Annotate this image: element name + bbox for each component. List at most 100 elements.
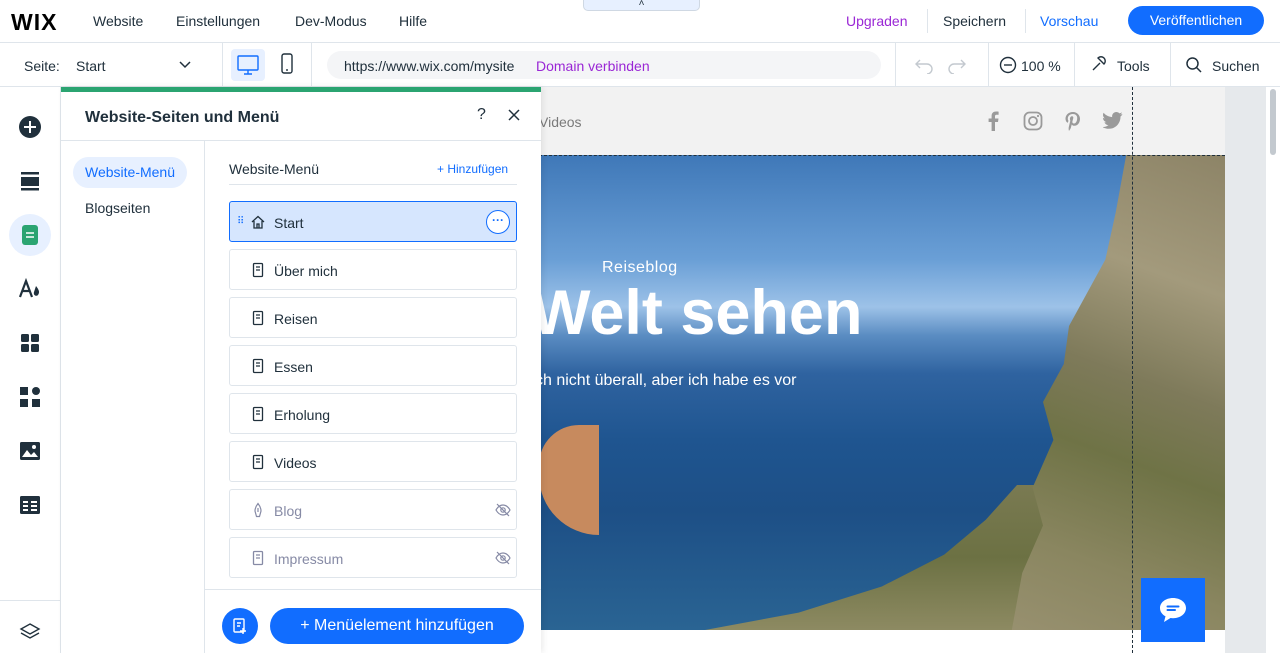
header-boundary-guide [539,155,1225,156]
page-icon [252,550,264,566]
collapse-toolbar-button[interactable]: ˄ [583,0,700,11]
media-button[interactable] [9,430,51,472]
close-icon[interactable] [508,109,520,121]
facebook-icon[interactable] [986,111,1000,131]
page-icon [252,406,264,422]
save-button[interactable]: Speichern [943,13,1006,29]
top-bar: WIX Website Einstellungen Dev-Modus Hilf… [0,0,1280,43]
instagram-icon[interactable] [1023,111,1043,131]
nav-website-menu[interactable]: Website-Menü [73,157,188,188]
design-icon [18,278,40,298]
tools-button[interactable]: Tools [1117,58,1150,74]
add-page-icon [233,618,246,634]
add-elements-button[interactable] [9,106,51,148]
cms-button[interactable] [9,484,51,526]
menu-item[interactable]: Blog [229,489,517,530]
more-actions-button[interactable]: ··· [486,210,510,234]
cms-icon [20,496,40,514]
add-page-button[interactable] [222,608,258,644]
site-nav-item[interactable]: Videos [539,114,582,130]
page-icon [252,454,264,470]
wix-logo[interactable]: WIX [11,9,57,36]
add-page-link[interactable]: + Hinzufügen [437,162,508,176]
drag-handle-icon[interactable]: ⠿ [237,216,244,227]
undo-icon[interactable] [914,56,934,74]
site-url: https://www.wix.com/mysite [344,58,515,74]
divider [1170,43,1171,87]
hero-subtitle[interactable]: Reiseblog [602,259,678,277]
menu-item-label: Essen [274,359,313,375]
desktop-icon [237,55,259,75]
hero-title[interactable]: Welt sehen [531,277,862,349]
menu-item[interactable]: ⠿ Start ··· [229,201,517,242]
menu-einstellungen[interactable]: Einstellungen [176,13,260,29]
connect-domain-link[interactable]: Domain verbinden [536,58,650,74]
mobile-icon[interactable] [279,53,295,75]
divider [205,589,541,590]
page-icon [252,310,264,326]
desktop-view-button[interactable] [231,49,265,81]
add-apps-button[interactable] [9,322,51,364]
blog-icon [254,502,262,518]
pinterest-icon[interactable] [1064,111,1082,131]
panel-title: Website-Seiten und Menü [85,109,280,126]
divider [311,43,312,87]
hero-image-person [539,425,599,535]
scrollbar-thumb[interactable] [1270,89,1276,155]
menu-item[interactable]: Impressum [229,537,517,578]
divider [229,184,517,185]
divider [1025,9,1026,33]
canvas-scrollbar[interactable] [1266,87,1280,653]
hero-text[interactable]: ch nicht überall, aber ich habe es vor [535,372,796,390]
menu-item[interactable]: Über mich [229,249,517,290]
zoom-level[interactable]: 100 % [1021,58,1061,74]
pages-icon [22,225,38,245]
chat-icon [1160,598,1186,622]
left-rail [0,87,61,653]
publish-button[interactable]: Veröffentlichen [1128,6,1264,35]
help-button[interactable]: ? [477,106,486,124]
search-button[interactable]: Suchen [1212,58,1259,74]
home-icon [251,215,265,229]
menu-heading: Website-Menü [229,161,320,177]
divider [1074,43,1075,87]
add-menu-item-button[interactable]: + Menüelement hinzufügen [270,608,524,644]
site-design-button[interactable] [9,268,51,310]
hidden-eye-icon[interactable] [495,503,511,517]
zoom-out-icon[interactable] [999,56,1017,74]
tools-icon[interactable] [1090,55,1108,73]
business-tools-button[interactable] [9,376,51,418]
page-icon [252,262,264,278]
hidden-eye-icon[interactable] [495,551,511,565]
page-icon [252,358,264,374]
menu-hilfe[interactable]: Hilfe [399,13,427,29]
page-label: Seite: [24,58,60,74]
preview-button[interactable]: Vorschau [1040,13,1098,29]
upgrade-link[interactable]: Upgraden [846,13,908,29]
pages-menu-button[interactable] [9,214,51,256]
menu-item[interactable]: Videos [229,441,517,482]
menu-item-label: Videos [274,455,317,471]
twitter-icon[interactable] [1103,111,1123,129]
menu-dev-modus[interactable]: Dev-Modus [295,13,367,29]
page-selector[interactable]: Start [76,58,106,74]
nav-blog-pages[interactable]: Blogseiten [73,193,162,224]
menu-item[interactable]: Essen [229,345,517,386]
sections-icon [21,172,39,191]
menu-item[interactable]: Erholung [229,393,517,434]
url-bar[interactable]: https://www.wix.com/mysite Domain verbin… [327,51,881,79]
add-section-button[interactable] [9,160,51,202]
search-icon[interactable] [1185,56,1203,74]
menu-item-label: Reisen [274,311,318,327]
divider [222,43,223,87]
menu-website[interactable]: Website [93,13,143,29]
redo-icon[interactable] [947,56,967,74]
chevron-down-icon[interactable] [178,57,192,71]
editor-toolbar: Seite: Start https://www.wix.com/mysite … [0,43,1280,87]
gridline-guide [1132,87,1133,653]
business-icon [20,387,40,407]
chat-button[interactable] [1141,578,1205,642]
menu-item[interactable]: Reisen [229,297,517,338]
layers-button[interactable] [9,611,51,653]
menu-item-label: Blog [274,503,303,519]
